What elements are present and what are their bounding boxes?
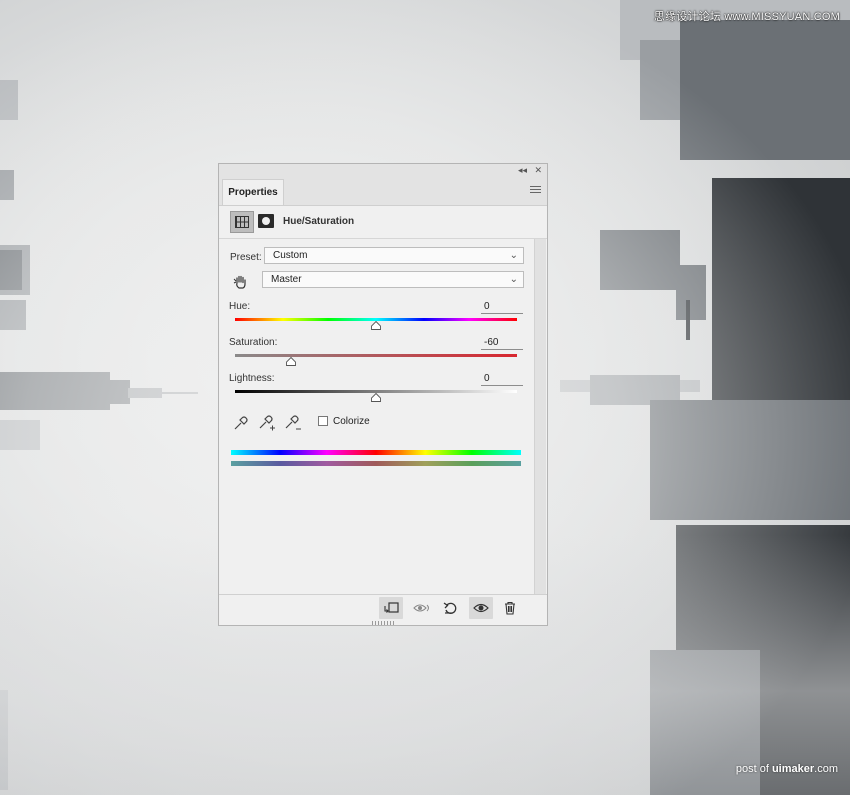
channel-dropdown[interactable]: Master ⌄ bbox=[262, 271, 524, 288]
saturation-label: Saturation: bbox=[229, 337, 278, 348]
lightness-value-field[interactable]: 0 bbox=[481, 373, 523, 386]
view-previous-state-button[interactable] bbox=[409, 597, 433, 619]
close-panel-icon[interactable]: ✕ bbox=[534, 165, 542, 176]
saturation-slider-track[interactable] bbox=[235, 354, 517, 357]
hue-slider-thumb[interactable] bbox=[371, 321, 381, 330]
collapse-panel-icon[interactable]: ◂◂ bbox=[518, 165, 527, 176]
lightness-label: Lightness: bbox=[229, 373, 275, 384]
panel-footer bbox=[219, 594, 547, 620]
panel-scrollbar[interactable] bbox=[534, 239, 546, 594]
panel-tab-row: Properties bbox=[219, 177, 547, 206]
preset-label: Preset: bbox=[230, 252, 262, 263]
delete-adjustment-button[interactable] bbox=[499, 597, 523, 619]
tab-properties[interactable]: Properties bbox=[222, 179, 284, 205]
panel-resize-grip[interactable] bbox=[372, 621, 394, 625]
eyedropper-icon[interactable] bbox=[232, 414, 250, 432]
saturation-value-field[interactable]: -60 bbox=[481, 337, 523, 350]
input-color-bar bbox=[231, 450, 521, 455]
lightness-slider-thumb[interactable] bbox=[371, 393, 381, 402]
eyedropper-add-icon[interactable] bbox=[258, 414, 276, 432]
reset-adjustment-button[interactable] bbox=[439, 597, 463, 619]
saturation-slider-thumb[interactable] bbox=[286, 357, 297, 366]
panel-title-bar[interactable]: ◂◂ ✕ bbox=[219, 164, 547, 178]
adjustment-header: Hue/Saturation bbox=[219, 206, 547, 239]
layer-mask-icon[interactable] bbox=[258, 214, 274, 228]
preset-dropdown[interactable]: Custom ⌄ bbox=[264, 247, 524, 264]
adjustment-title: Hue/Saturation bbox=[283, 216, 355, 227]
chevron-down-icon: ⌄ bbox=[509, 274, 518, 285]
panel-menu-icon[interactable] bbox=[530, 186, 541, 194]
hue-value-field[interactable]: 0 bbox=[481, 301, 523, 314]
site-watermark-top: 思缘设计论坛 www.MISSYUAN.COM bbox=[653, 11, 840, 23]
site-watermark-bottom: post of uimaker.com bbox=[735, 763, 838, 775]
hue-saturation-adjustment-icon[interactable] bbox=[230, 211, 254, 233]
colorize-label: Colorize bbox=[333, 416, 370, 427]
output-color-bar bbox=[231, 461, 521, 466]
preset-value: Custom bbox=[273, 250, 308, 261]
properties-panel: ◂◂ ✕ Properties Hue/Saturation Preset: C… bbox=[218, 163, 548, 626]
adjustment-controls: Preset: Custom ⌄ Master ⌄ Hue: 0 Saturat… bbox=[219, 239, 535, 594]
clip-to-layer-button[interactable] bbox=[379, 597, 403, 619]
eyedropper-subtract-icon[interactable] bbox=[284, 414, 302, 432]
chevron-down-icon: ⌄ bbox=[509, 250, 518, 261]
toggle-visibility-button[interactable] bbox=[469, 597, 493, 619]
hue-label: Hue: bbox=[229, 301, 251, 312]
colorize-checkbox[interactable] bbox=[318, 416, 328, 426]
channel-value: Master bbox=[271, 274, 302, 285]
targeted-adjustment-hand-icon[interactable] bbox=[233, 274, 249, 290]
